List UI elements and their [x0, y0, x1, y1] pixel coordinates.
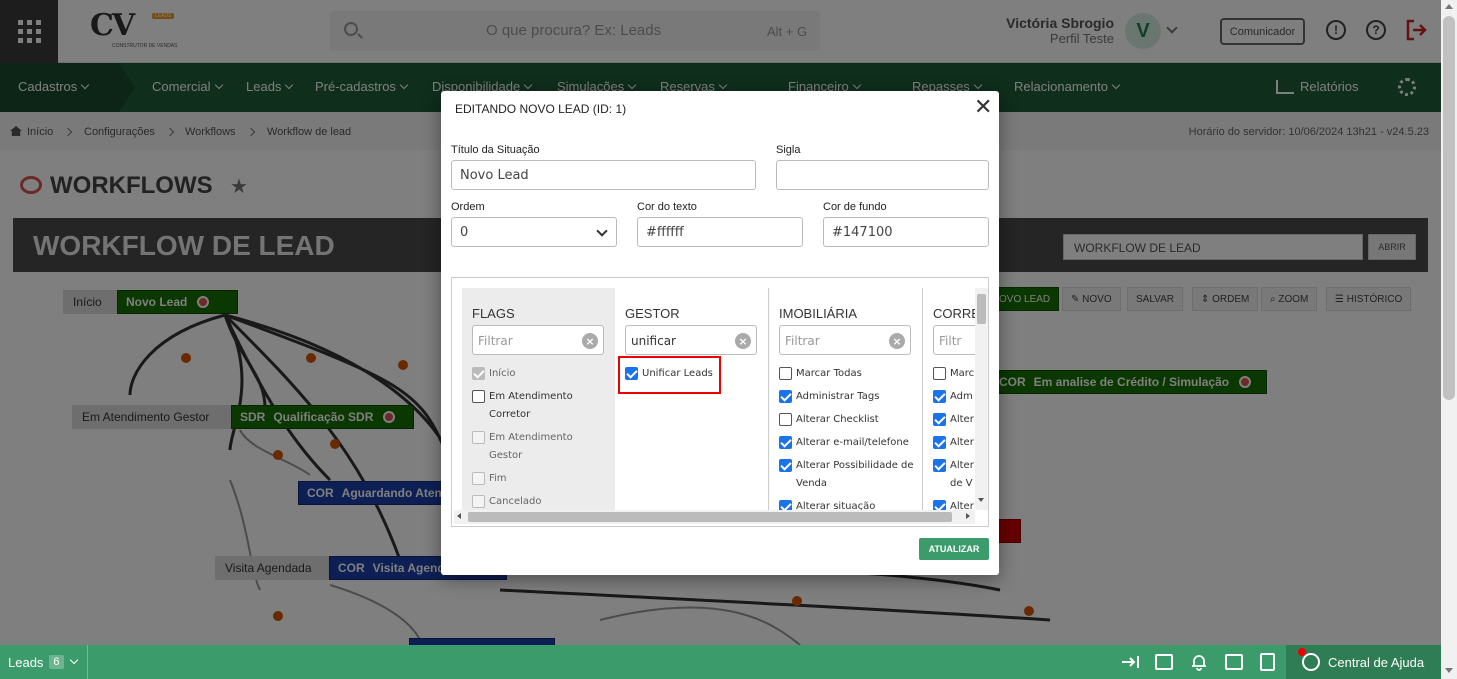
- help-center-button[interactable]: Central de Ajuda: [1286, 645, 1441, 679]
- scroll-down-icon[interactable]: [1445, 668, 1453, 673]
- cor-fundo-label: Cor de fundo: [823, 201, 887, 213]
- corretor-item[interactable]: Adm: [933, 388, 975, 406]
- corretor-title: CORRE: [933, 306, 975, 321]
- checkbox[interactable]: [779, 413, 792, 426]
- imobiliaria-filter-input[interactable]: Filtrar ×: [779, 325, 911, 355]
- flag-em-atendimento-gestor: Em Atendimento Gestor: [472, 429, 607, 465]
- checkbox[interactable]: [472, 390, 485, 403]
- scroll-right-icon[interactable]: [966, 513, 970, 519]
- ordem-label: Ordem: [451, 201, 485, 213]
- highlight-annotation: [618, 356, 721, 394]
- checkbox: [472, 431, 485, 444]
- permissions-columns: FLAGS Filtrar × Início Em Atendimento Cor…: [462, 288, 975, 510]
- imob-alterar-possibilidade-venda[interactable]: Alterar Possibilidade de Venda: [779, 457, 919, 493]
- close-icon[interactable]: ✕: [974, 96, 992, 118]
- imobiliaria-title: IMOBILIÁRIA: [779, 306, 858, 321]
- checkbox: [472, 367, 485, 380]
- permissions-horizontal-scrollbar[interactable]: [454, 510, 975, 524]
- corretor-item[interactable]: Alter de V: [933, 457, 975, 493]
- checkbox[interactable]: [933, 459, 946, 472]
- checkbox: [472, 495, 485, 508]
- clear-icon[interactable]: ×: [889, 333, 905, 349]
- modal-title: EDITANDO NOVO LEAD (ID: 1): [455, 102, 627, 116]
- sigla-input[interactable]: [776, 160, 989, 190]
- scroll-up-icon[interactable]: [1445, 4, 1453, 9]
- atualizar-button[interactable]: ATUALIZAR: [919, 538, 989, 560]
- flags-column: FLAGS Filtrar × Início Em Atendimento Cor…: [462, 288, 615, 510]
- checkbox[interactable]: [779, 367, 792, 380]
- gestor-filter-input[interactable]: unificar ×: [625, 325, 757, 355]
- checkbox[interactable]: [933, 367, 946, 380]
- leads-count-badge: 6: [49, 655, 64, 669]
- scroll-down-icon[interactable]: [978, 498, 984, 502]
- notification-dot: [1298, 648, 1306, 656]
- scroll-thumb[interactable]: [977, 294, 986, 324]
- chevron-down-icon: [69, 655, 78, 665]
- bell-icon[interactable]: [1190, 653, 1208, 671]
- clear-icon[interactable]: ×: [582, 333, 598, 349]
- scroll-thumb[interactable]: [1443, 16, 1455, 400]
- gestor-column: GESTOR unificar × Unificar Leads: [615, 288, 768, 510]
- corretor-column: CORRE Filtr Marc Adm Alter Alter Alter d…: [923, 288, 975, 510]
- scroll-left-icon[interactable]: [457, 513, 461, 519]
- flags-title: FLAGS: [472, 306, 515, 321]
- checkbox[interactable]: [933, 413, 946, 426]
- permissions-vertical-scrollbar[interactable]: [975, 288, 988, 510]
- flag-fim: Fim: [472, 470, 607, 488]
- corretor-item[interactable]: Alter: [933, 434, 975, 452]
- sigla-label: Sigla: [776, 144, 801, 156]
- cor-texto-label: Cor do texto: [637, 201, 697, 213]
- bottom-bar: Leads 6 Central de Ajuda: [0, 645, 1441, 679]
- imob-alterar-checklist[interactable]: Alterar Checklist: [779, 411, 919, 429]
- flag-em-atendimento-corretor[interactable]: Em Atendimento Corretor: [472, 388, 607, 424]
- flags-filter-input[interactable]: Filtrar ×: [472, 325, 604, 355]
- cor-texto-input[interactable]: #ffffff: [637, 217, 803, 247]
- flag-inicio: Início: [472, 365, 607, 383]
- imob-alterar-situacao[interactable]: Alterar situação: [779, 498, 919, 510]
- imob-marcar-todas[interactable]: Marcar Todas: [779, 365, 919, 383]
- checkbox[interactable]: [933, 436, 946, 449]
- corretor-filter-input[interactable]: Filtr: [933, 325, 975, 355]
- leads-dropdown[interactable]: Leads 6: [0, 645, 88, 679]
- corretor-marcar-todas[interactable]: Marc: [933, 365, 975, 383]
- imob-alterar-email-telefone[interactable]: Alterar e-mail/telefone: [779, 434, 919, 452]
- edit-lead-modal: EDITANDO NOVO LEAD (ID: 1) ✕ Título da S…: [441, 91, 999, 575]
- checkbox[interactable]: [779, 500, 792, 510]
- checkbox[interactable]: [933, 500, 946, 510]
- permissions-panel: FLAGS Filtrar × Início Em Atendimento Cor…: [451, 277, 989, 527]
- titulo-label: Título da Situação: [451, 144, 540, 156]
- checkbox[interactable]: [779, 436, 792, 449]
- checkbox[interactable]: [779, 390, 792, 403]
- corretor-item[interactable]: Alter: [933, 498, 975, 510]
- calculator-icon[interactable]: [1260, 653, 1275, 671]
- checkbox: [472, 472, 485, 485]
- gestor-title: GESTOR: [625, 306, 680, 321]
- chat-icon: [1302, 653, 1320, 671]
- imob-administrar-tags[interactable]: Administrar Tags: [779, 388, 919, 406]
- cor-fundo-input[interactable]: #147100: [823, 217, 989, 247]
- checkbox[interactable]: [779, 459, 792, 472]
- collapse-icon[interactable]: [1120, 654, 1140, 670]
- ordem-select[interactable]: 0: [451, 217, 617, 247]
- checkbox[interactable]: [933, 390, 946, 403]
- page-scrollbar[interactable]: [1441, 0, 1457, 679]
- calendar-icon[interactable]: [1225, 654, 1243, 670]
- flag-cancelado: Cancelado: [472, 493, 607, 510]
- titulo-input[interactable]: Novo Lead: [451, 160, 756, 190]
- corretor-item[interactable]: Alter: [933, 411, 975, 429]
- clear-icon[interactable]: ×: [735, 333, 751, 349]
- mail-plus-icon[interactable]: [1155, 654, 1173, 670]
- imobiliaria-column: IMOBILIÁRIA Filtrar × Marcar Todas Admini…: [769, 288, 922, 510]
- scroll-thumb[interactable]: [468, 512, 952, 522]
